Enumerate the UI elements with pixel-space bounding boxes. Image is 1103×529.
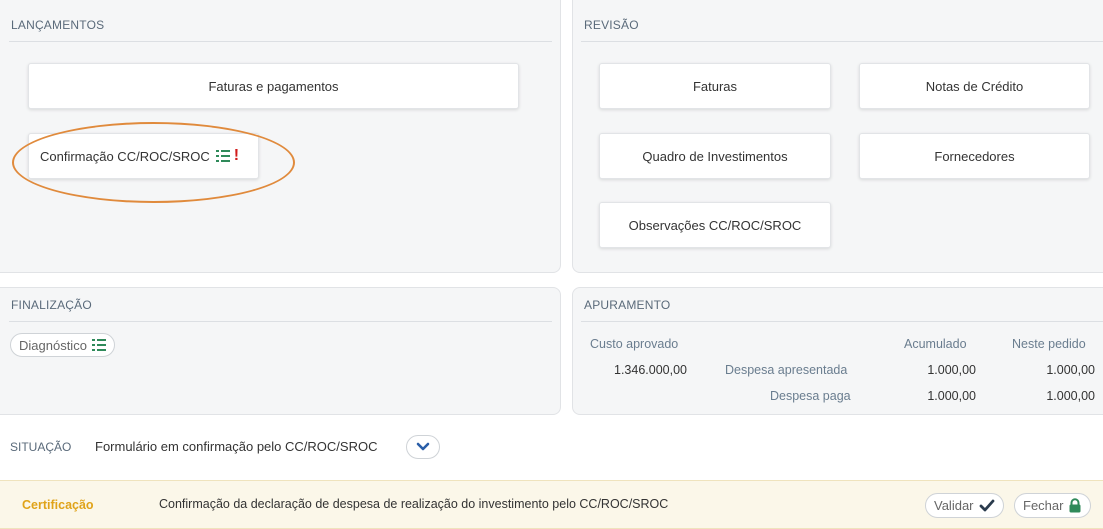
faturas-button[interactable]: Faturas: [599, 63, 831, 109]
notas-credito-button[interactable]: Notas de Crédito: [859, 63, 1090, 109]
notas-credito-label: Notas de Crédito: [925, 78, 1024, 94]
diagnostico-label: Diagnóstico: [19, 337, 87, 353]
situacao-label: SITUAÇÃO: [10, 440, 72, 454]
custo-aprovado-value: 1.346.000,00: [614, 363, 687, 377]
checklist-icon: [91, 339, 106, 351]
certificacao-label: Certificação: [22, 498, 94, 512]
revisao-title: REVISÃO: [584, 18, 639, 32]
validar-label: Validar: [934, 498, 974, 513]
col-acumulado-header: Acumulado: [904, 337, 967, 351]
faturas-pagamentos-button[interactable]: Faturas e pagamentos: [28, 63, 519, 109]
chevron-down-icon: [416, 442, 430, 451]
situacao-bar: SITUAÇÃO Formulário em confirmação pelo …: [0, 427, 1103, 467]
divider: [581, 321, 1103, 322]
row-neste-pedido: 1.000,00: [1046, 389, 1095, 403]
certificacao-bar: Certificação Confirmação da declaração d…: [0, 480, 1103, 529]
divider: [9, 321, 552, 322]
expand-situacao-button[interactable]: [406, 435, 440, 459]
diagnostico-button[interactable]: Diagnóstico: [10, 333, 115, 357]
fornecedores-label: Fornecedores: [934, 148, 1015, 164]
lock-icon: [1069, 498, 1081, 513]
observacoes-label: Observações CC/ROC/SROC: [628, 217, 802, 233]
row-label: Despesa apresentada: [725, 363, 848, 377]
alert-icon: !: [233, 147, 240, 164]
faturas-pagamentos-label: Faturas e pagamentos: [208, 78, 339, 94]
row-acumulado: 1.000,00: [927, 389, 976, 403]
observacoes-button[interactable]: Observações CC/ROC/SROC: [599, 202, 831, 248]
row-acumulado: 1.000,00: [927, 363, 976, 377]
certificacao-text: Confirmação da declaração de despesa de …: [159, 497, 669, 511]
confirmacao-button[interactable]: Confirmação CC/ROC/SROC !: [28, 133, 259, 179]
situacao-text: Formulário em confirmação pelo CC/ROC/SR…: [95, 439, 378, 454]
row-label: Despesa paga: [770, 389, 851, 403]
divider: [9, 41, 552, 42]
fornecedores-button[interactable]: Fornecedores: [859, 133, 1090, 179]
validar-button[interactable]: Validar: [925, 493, 1004, 518]
col-neste-pedido-header: Neste pedido: [1012, 337, 1086, 351]
quadro-investimentos-label: Quadro de Investimentos: [642, 148, 788, 164]
finalizacao-title: FINALIZAÇÃO: [11, 298, 92, 312]
apuramento-title: APURAMENTO: [584, 298, 671, 312]
fechar-label: Fechar: [1023, 498, 1064, 513]
custo-aprovado-label: Custo aprovado: [590, 337, 679, 351]
faturas-label: Faturas: [692, 78, 738, 94]
checklist-icon: [215, 150, 230, 162]
row-neste-pedido: 1.000,00: [1046, 363, 1095, 377]
divider: [581, 41, 1103, 42]
fechar-button[interactable]: Fechar: [1014, 493, 1092, 518]
lancamentos-title: LANÇAMENTOS: [11, 18, 105, 32]
check-icon: [979, 499, 994, 512]
quadro-investimentos-button[interactable]: Quadro de Investimentos: [599, 133, 831, 179]
confirmacao-label: Confirmação CC/ROC/SROC: [40, 148, 210, 164]
